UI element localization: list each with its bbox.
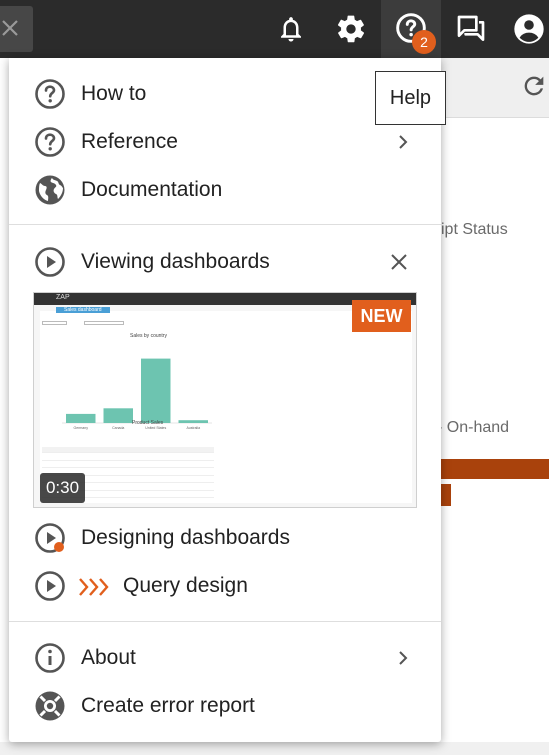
thumbnail-category-label: Germany bbox=[74, 426, 89, 430]
refresh-icon[interactable] bbox=[520, 72, 548, 100]
thumbnail-table-title: Product Sales bbox=[132, 420, 164, 426]
account-button[interactable] bbox=[508, 8, 549, 50]
notifications-button[interactable] bbox=[270, 8, 312, 50]
menu-item-label: How to bbox=[81, 82, 147, 105]
chevrons-icon bbox=[79, 578, 109, 596]
page-column-header: - On-hand bbox=[437, 419, 510, 436]
play-circle-icon bbox=[35, 523, 65, 553]
unwatched-dot bbox=[54, 542, 64, 552]
thumbnail-bar-chart: Germany Canada United States Australia bbox=[62, 358, 212, 430]
thumbnail-filter bbox=[42, 321, 67, 325]
chevron-right-icon bbox=[399, 651, 408, 665]
help-tooltip: Help bbox=[375, 71, 446, 125]
menu-item-label: Create error report bbox=[81, 694, 255, 717]
page-bottom bbox=[0, 742, 549, 755]
settings-button[interactable] bbox=[330, 8, 372, 50]
menu-divider bbox=[9, 621, 441, 622]
close-icon bbox=[2, 20, 18, 36]
help-notification-badge: 2 bbox=[412, 30, 436, 54]
question-circle-icon bbox=[35, 79, 65, 109]
thumbnail-filter bbox=[84, 321, 124, 325]
menu-item-label: About bbox=[81, 646, 136, 669]
close-icon[interactable] bbox=[389, 252, 409, 272]
menu-divider bbox=[9, 224, 441, 225]
new-badge: NEW bbox=[352, 300, 411, 332]
video-thumbnail[interactable]: ZAP Sales dashboard Sales by country Ger… bbox=[33, 292, 417, 508]
info-circle-icon bbox=[35, 643, 65, 673]
page-toolbar bbox=[441, 58, 549, 118]
globe-icon bbox=[35, 175, 65, 205]
menu-item-query-design[interactable]: Query design bbox=[9, 563, 441, 609]
question-circle-icon bbox=[35, 127, 65, 157]
menu-item-label: Designing dashboards bbox=[81, 526, 290, 549]
lifebuoy-icon bbox=[35, 691, 65, 721]
thumbnail-bar bbox=[178, 420, 208, 423]
thumbnail-bar bbox=[103, 408, 133, 423]
close-tab-button[interactable] bbox=[0, 6, 33, 52]
bell-icon bbox=[281, 17, 301, 42]
messages-button[interactable] bbox=[450, 8, 492, 50]
menu-item-create-error-report[interactable]: Create error report bbox=[9, 683, 441, 729]
thumbnail-category-label: Canada bbox=[112, 426, 124, 430]
help-menu: How to Reference Documentation Viewing d… bbox=[9, 58, 441, 742]
thumbnail-bar bbox=[141, 358, 171, 423]
menu-item-label: Reference bbox=[81, 130, 178, 153]
thumbnail-dashboard: Sales dashboard Sales by country Germany… bbox=[40, 307, 412, 503]
video-duration: 0:30 bbox=[40, 473, 85, 503]
thumbnail-app-name: ZAP bbox=[56, 294, 70, 301]
gear-icon bbox=[337, 15, 365, 43]
play-circle-icon bbox=[35, 571, 65, 601]
page-highlight-bar bbox=[441, 484, 451, 506]
menu-item-designing-dashboards[interactable]: Designing dashboards bbox=[9, 515, 441, 561]
account-icon bbox=[514, 14, 544, 44]
chevron-right-icon bbox=[399, 135, 408, 149]
menu-item-label: Documentation bbox=[81, 178, 223, 201]
page-column-header: ipt Status bbox=[441, 221, 508, 238]
menu-item-about[interactable]: About bbox=[9, 635, 441, 681]
top-bar: 2 bbox=[0, 0, 549, 58]
menu-item-documentation[interactable]: Documentation bbox=[9, 167, 441, 213]
thumbnail-table-row bbox=[42, 455, 214, 461]
thumbnail-chart-title: Sales by country bbox=[130, 333, 167, 339]
menu-item-viewing-dashboards[interactable]: Viewing dashboards bbox=[9, 239, 441, 285]
thumbnail-category-label: Australia bbox=[186, 426, 200, 430]
thumbnail-table-row bbox=[42, 447, 214, 453]
page-highlight-bar bbox=[441, 459, 549, 479]
menu-item-label: Query design bbox=[123, 574, 248, 597]
thumbnail-bar bbox=[66, 413, 96, 423]
thumbnail-category-label: United States bbox=[145, 426, 166, 430]
play-circle-icon bbox=[35, 247, 65, 277]
thumbnail-table-row bbox=[42, 462, 214, 468]
thumbnail-tab-title: Sales dashboard bbox=[56, 307, 110, 313]
menu-item-reference[interactable]: Reference bbox=[9, 119, 441, 165]
menu-item-label: Viewing dashboards bbox=[81, 250, 270, 273]
chat-icon bbox=[457, 15, 485, 41]
